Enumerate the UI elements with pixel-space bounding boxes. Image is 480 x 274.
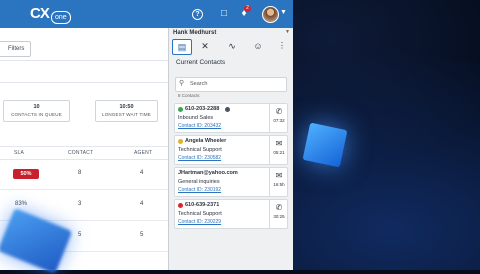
contact-name: JHartman@yahoo.com xyxy=(178,170,238,176)
contact-count-label: 8 Contacts xyxy=(178,93,200,98)
status-dot xyxy=(178,139,183,144)
contact-id-link[interactable]: Contact ID: 230192 xyxy=(178,187,221,194)
contact-channel: ✉ 05:21 xyxy=(269,136,288,164)
inbox-icon[interactable]: □ xyxy=(218,8,230,20)
phone-icon: ✆ xyxy=(275,203,283,212)
contact-channel: ✆ 07:32 xyxy=(269,104,288,132)
contact-card[interactable]: Angela Wheeler Technical Support Contact… xyxy=(174,135,288,165)
agent-count: 5 xyxy=(140,232,144,238)
panel-title: Current Contacts xyxy=(176,59,226,66)
table-header: SLA CONTACT AGENT xyxy=(0,146,168,160)
search-placeholder: Search xyxy=(190,81,208,87)
contact-card[interactable]: 610-639-2371 Technical Support Contact I… xyxy=(174,199,288,229)
chat-icon: ✉ xyxy=(275,139,283,148)
info-flag-icon xyxy=(225,107,230,112)
contact-card[interactable]: 610-203-2288 Inbound Sales Contact ID: 2… xyxy=(174,103,288,133)
more-icon[interactable]: ⋮ xyxy=(273,39,291,53)
collapse-chevron-icon[interactable]: ▼ xyxy=(285,29,290,35)
top-bar: CX one ? □ ♦ 2 ▼ xyxy=(0,0,293,28)
contact-count: 5 xyxy=(78,232,82,238)
decorative-cube xyxy=(302,122,348,168)
sla-value: 83% xyxy=(15,201,28,207)
stat-value: 10 xyxy=(33,104,40,110)
column-agent[interactable]: AGENT xyxy=(134,150,152,156)
contact-id-link[interactable]: Contact ID: 203432 xyxy=(178,123,221,130)
stat-label: CONTACTS IN QUEUE xyxy=(11,112,62,117)
agent-count: 4 xyxy=(140,170,144,176)
sla-badge: 50% xyxy=(13,169,39,179)
head-icon[interactable]: ☺ xyxy=(249,39,267,53)
column-contact[interactable]: CONTACT xyxy=(68,150,93,156)
chevron-down-icon[interactable]: ▼ xyxy=(280,9,287,16)
divider xyxy=(0,82,168,83)
agent-count: 4 xyxy=(140,201,144,207)
user-avatar[interactable] xyxy=(262,6,279,23)
filter-bar: Filters xyxy=(0,38,168,61)
contact-count: 8 xyxy=(78,170,82,176)
filters-button[interactable]: Filters xyxy=(0,41,32,57)
column-sla[interactable]: SLA xyxy=(14,150,24,156)
agent-panel: Hank Medhurst ▼ ▤ ✕ ∿ ☺ ⋮ Current Contac… xyxy=(168,28,293,270)
contact-time: 05:21 xyxy=(273,150,285,155)
email-icon: ✉ xyxy=(275,171,283,180)
contact-id-link[interactable]: Contact ID: 230582 xyxy=(178,155,221,162)
status-dot xyxy=(178,107,183,112)
contact-skill: General inquiries xyxy=(178,179,220,185)
help-icon[interactable]: ? xyxy=(192,9,203,20)
contacts-card-icon[interactable]: ▤ xyxy=(172,39,192,55)
contact-card[interactable]: JHartman@yahoo.com General inquiries Con… xyxy=(174,167,288,197)
contact-time: 16:5h xyxy=(273,182,285,187)
contact-time: 30:25 xyxy=(273,214,285,219)
stat-label: LONGEST WAIT TIME xyxy=(102,112,151,117)
stat-value: 10:50 xyxy=(119,104,134,110)
longest-wait-card: 10:50 LONGEST WAIT TIME xyxy=(95,100,158,122)
panel-tabs: ▤ ✕ ∿ ☺ ⋮ xyxy=(169,38,293,55)
logo-main: CX xyxy=(30,5,50,22)
tools-icon[interactable]: ✕ xyxy=(196,39,214,53)
search-input[interactable]: ⚲ Search xyxy=(175,77,287,92)
contact-skill: Inbound Sales xyxy=(178,115,214,121)
agent-name: Hank Medhurst xyxy=(173,30,217,36)
notification-badge: 2 xyxy=(244,5,251,12)
contact-id-link[interactable]: Contact ID: 230229 xyxy=(178,219,221,226)
logo-sub: one xyxy=(51,11,71,24)
contact-time: 07:32 xyxy=(273,118,285,123)
search-icon: ⚲ xyxy=(179,80,185,87)
table-row[interactable]: 50% 8 4 xyxy=(0,159,168,190)
contacts-in-queue-card: 10 CONTACTS IN QUEUE xyxy=(3,100,70,122)
contact-name: Angela Wheeler xyxy=(185,138,227,144)
contact-name: 610-639-2371 xyxy=(185,202,220,208)
phone-icon: ✆ xyxy=(275,107,283,116)
contact-channel: ✉ 16:5h xyxy=(269,168,288,196)
contact-name: 610-203-2288 xyxy=(185,106,220,112)
activity-icon[interactable]: ∿ xyxy=(223,39,241,53)
contact-skill: Technical Support xyxy=(178,147,222,153)
status-dot xyxy=(178,203,183,208)
cxone-logo[interactable]: CX one xyxy=(30,5,74,24)
contact-skill: Technical Support xyxy=(178,211,222,217)
contact-channel: ✆ 30:25 xyxy=(269,200,288,228)
contact-count: 3 xyxy=(78,201,82,207)
